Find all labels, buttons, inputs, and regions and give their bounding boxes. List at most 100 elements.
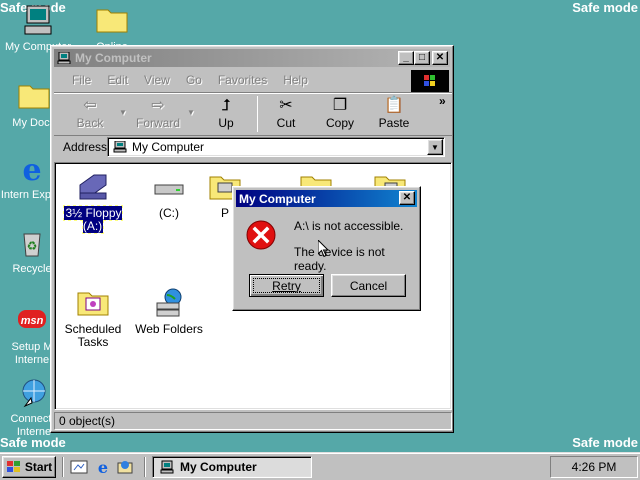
item-floppy-drive[interactable]: 3½ Floppy (A:)	[57, 171, 129, 234]
scissors-icon: ✂	[279, 97, 293, 114]
address-field[interactable]: My Computer ▼	[107, 137, 445, 157]
folder-icon	[95, 4, 129, 38]
forward-arrow-icon: ⇨	[151, 97, 165, 114]
cut-label: Cut	[276, 116, 296, 130]
item-label: 3½ Floppy (A:)	[63, 205, 123, 234]
back-dropdown-icon[interactable]: ▼	[119, 108, 127, 117]
msn-icon: msn	[15, 304, 49, 338]
close-icon: ✕	[402, 192, 412, 203]
show-desktop-icon	[70, 460, 88, 474]
dialog-close-button[interactable]: ✕	[399, 191, 415, 205]
hard-drive-icon	[152, 171, 186, 203]
windows-logo-icon	[424, 75, 435, 86]
start-label: Start	[24, 460, 53, 474]
item-label: P	[220, 206, 229, 220]
connect-to-internet-icon	[17, 376, 51, 410]
close-button[interactable]: ✕	[432, 51, 448, 65]
recycle-bin-icon: ♻	[15, 226, 49, 260]
safe-mode-label-bottom-right: Safe mode	[572, 435, 638, 450]
minimize-button[interactable]: _	[398, 51, 414, 65]
item-c-drive[interactable]: (C:)	[133, 171, 205, 220]
item-label: Web Folders	[135, 322, 203, 336]
scheduled-tasks-icon	[76, 287, 110, 319]
paste-label: Paste	[378, 116, 410, 130]
maximize-button[interactable]: □	[414, 51, 430, 65]
dialog-title: My Computer	[239, 191, 316, 206]
outlook-express-icon	[117, 461, 133, 474]
menu-bar: File Edit View Go Favorites Help	[64, 71, 316, 89]
my-computer-icon	[57, 52, 71, 64]
dialog-titlebar[interactable]: My Computer ✕	[236, 190, 417, 207]
retry-label: Retry	[272, 278, 301, 293]
copy-icon: ❐	[332, 97, 348, 114]
copy-label: Copy	[325, 116, 354, 130]
item-scheduled-tasks[interactable]: Scheduled Tasks	[57, 287, 129, 349]
menu-go[interactable]: Go	[178, 71, 210, 89]
cut-button[interactable]: ✂ Cut	[259, 96, 313, 134]
paste-clipboard-icon: 📋	[384, 97, 404, 114]
internet-explorer-icon: e	[15, 152, 49, 188]
safe-mode-label-top-right: Safe mode	[572, 0, 638, 15]
maximize-icon: □	[418, 52, 426, 63]
status-bar: 0 object(s)	[54, 412, 452, 430]
system-tray: 4:26 PM	[550, 456, 638, 478]
clock[interactable]: 4:26 PM	[572, 460, 617, 474]
up-button[interactable]: ⮥ Up	[199, 96, 253, 134]
copy-button[interactable]: ❐ Copy	[313, 96, 367, 134]
item-label: Scheduled Tasks	[64, 322, 122, 349]
dialog-message-line1: A:\ is not accessible.	[294, 219, 404, 233]
svg-text:msn: msn	[21, 315, 44, 327]
menu-view[interactable]: View	[136, 71, 178, 89]
item-web-folders[interactable]: Web Folders	[133, 287, 205, 336]
window-title: My Computer	[75, 51, 152, 65]
quicklaunch-show-desktop[interactable]	[70, 459, 88, 475]
retry-button[interactable]: Retry	[249, 274, 324, 297]
up-label: Up	[218, 116, 234, 130]
my-computer-icon	[21, 4, 55, 38]
my-computer-icon	[113, 141, 127, 153]
svg-text:e: e	[98, 459, 108, 475]
forward-button[interactable]: ⇨ Forward	[131, 96, 185, 134]
address-value: My Computer	[132, 140, 205, 154]
menu-favorites[interactable]: Favorites	[210, 71, 275, 89]
windows-logo-throbber	[411, 70, 449, 92]
address-label: Address	[63, 140, 108, 154]
paste-button[interactable]: 📋 Paste	[367, 96, 421, 134]
dialog-message-line2: The device is not ready.	[294, 245, 385, 273]
quicklaunch-outlook-express[interactable]	[116, 459, 134, 475]
floppy-drive-icon	[76, 171, 110, 203]
back-label: Back	[76, 116, 104, 130]
taskbar-button-my-computer[interactable]: My Computer	[152, 456, 312, 478]
quicklaunch-internet-explorer[interactable]: e	[94, 458, 112, 477]
back-arrow-icon: ⇦	[83, 97, 97, 114]
divider	[54, 135, 452, 136]
cancel-button[interactable]: Cancel	[331, 274, 406, 297]
window-titlebar[interactable]: My Computer _ □ ✕	[54, 49, 450, 67]
up-folder-icon: ⮥	[221, 97, 231, 114]
toolbar-more-button[interactable]: »	[439, 94, 446, 108]
chevron-down-icon: ▼	[431, 142, 439, 152]
taskbar-separator	[62, 457, 64, 477]
toolbar-separator	[257, 96, 258, 132]
taskbar: Start e My Computer 4:26 PM	[0, 452, 640, 480]
folder-icon	[17, 80, 51, 114]
menu-help[interactable]: Help	[275, 71, 316, 89]
back-button[interactable]: ⇦ Back	[63, 96, 117, 134]
status-text: 0 object(s)	[59, 414, 116, 428]
internet-explorer-icon: e	[98, 458, 108, 477]
minimize-icon: _	[403, 52, 409, 63]
taskbar-button-label: My Computer	[180, 460, 257, 474]
menu-edit[interactable]: Edit	[99, 71, 136, 89]
item-label: (C:)	[159, 206, 179, 220]
web-folders-icon	[152, 287, 186, 319]
start-button[interactable]: Start	[2, 456, 56, 478]
close-icon: ✕	[435, 52, 445, 63]
windows-logo-icon	[6, 461, 20, 472]
menu-file[interactable]: File	[64, 71, 99, 89]
forward-label: Forward	[135, 116, 180, 130]
svg-text:e: e	[22, 153, 41, 186]
cancel-label: Cancel	[349, 278, 388, 293]
address-dropdown-button[interactable]: ▼	[427, 139, 443, 155]
divider	[54, 93, 452, 94]
forward-dropdown-icon[interactable]: ▼	[187, 108, 195, 117]
